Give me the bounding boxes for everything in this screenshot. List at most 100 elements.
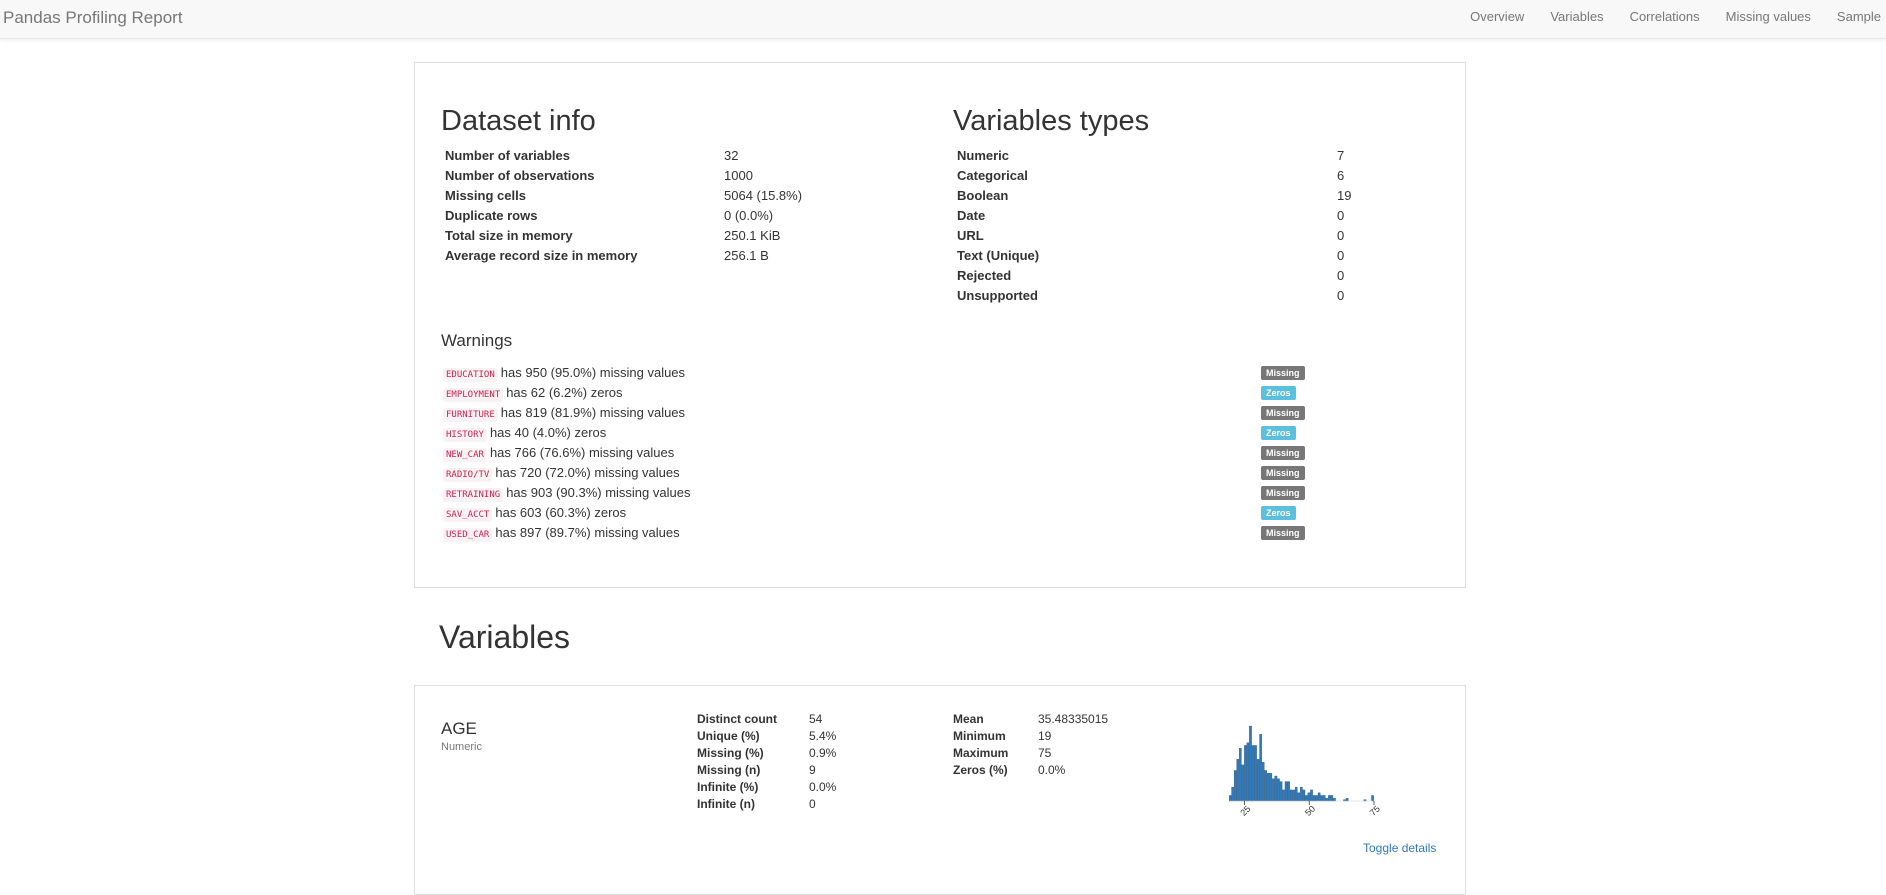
dataset-info-label: Number of variables bbox=[445, 147, 570, 163]
warning-variable[interactable]: EMPLOYMENT bbox=[443, 388, 504, 402]
variable-types-title: Variables types bbox=[953, 105, 1150, 137]
variable-type-row: Boolean 19 bbox=[953, 185, 1355, 205]
variable-type-label: Boolean bbox=[957, 187, 1009, 203]
variable-type-value: 0 bbox=[1337, 287, 1345, 303]
histogram-bar bbox=[1269, 773, 1273, 802]
variable-type-label: Unsupported bbox=[957, 287, 1038, 303]
histogram-bar bbox=[1302, 789, 1306, 802]
histogram-bar bbox=[1277, 778, 1280, 802]
warning-variable[interactable]: FURNITURE bbox=[443, 408, 498, 422]
histogram-bar bbox=[1317, 792, 1321, 802]
variable-type-value: 19 bbox=[1337, 187, 1352, 203]
histogram-bar bbox=[1246, 742, 1250, 802]
warning-row: FURNITURE has 819 (81.9%) missing values M… bbox=[443, 403, 1313, 423]
variable-panel-age: AGE Numeric Distinct count 54 Unique (%) 5.… bbox=[414, 685, 1466, 895]
variable-stats-right: Mean 35.48335015 Minimum 19 Maximum 75 Zeros (… bbox=[953, 710, 1108, 778]
nav-link-variables[interactable]: Variables bbox=[1550, 9, 1603, 24]
warning-row: HISTORY has 40 (4.0%) zeros Zeros bbox=[443, 423, 1313, 443]
histogram-bar bbox=[1315, 795, 1318, 802]
histogram-bar bbox=[1292, 789, 1295, 802]
histogram-bar bbox=[1244, 745, 1247, 802]
nav-link-sample[interactable]: Sample bbox=[1837, 9, 1881, 24]
variable-type-label: Date bbox=[957, 207, 986, 223]
histogram-bar bbox=[1259, 734, 1262, 802]
histogram-tick-label: 25 bbox=[1238, 804, 1252, 818]
warning-text: has 903 (90.3%) missing values bbox=[506, 485, 691, 500]
stat-row: Distinct count 54 bbox=[697, 710, 836, 727]
histogram-bar bbox=[1251, 745, 1255, 802]
missing-badge: Missing bbox=[1261, 526, 1305, 540]
warning-variable[interactable]: HISTORY bbox=[443, 428, 487, 442]
warning-text: has 950 (95.0%) missing values bbox=[500, 365, 686, 380]
histogram-bar bbox=[1300, 786, 1303, 802]
warning-text: has 720 (72.0%) missing values bbox=[495, 465, 680, 480]
nav-link-correlations[interactable]: Correlations bbox=[1630, 9, 1700, 24]
warning-row: EMPLOYMENT has 62 (6.2%) zeros Zeros bbox=[443, 383, 1313, 403]
navbar-links: Overview Variables Correlations Missing … bbox=[1444, 9, 1881, 24]
warning-text: has 819 (81.9%) missing values bbox=[500, 405, 686, 420]
stat-label: Missing (n) bbox=[697, 762, 761, 777]
dataset-info-label: Number of observations bbox=[445, 167, 595, 183]
variable-type-label: Rejected bbox=[957, 267, 1012, 283]
warning-text: has 40 (4.0%) zeros bbox=[489, 425, 607, 440]
stat-label: Missing (%) bbox=[697, 745, 764, 760]
variable-type: Numeric bbox=[441, 741, 482, 753]
histogram-bar bbox=[1371, 795, 1374, 802]
histogram-bar bbox=[1287, 781, 1290, 802]
variable-type-row: Date 0 bbox=[953, 205, 1355, 225]
warning-variable[interactable]: RADIO/TV bbox=[443, 468, 493, 482]
warning-text: has 766 (76.6%) missing values bbox=[489, 445, 675, 460]
dataset-info-value: 1000 bbox=[724, 167, 753, 183]
variable-type-label: Numeric bbox=[957, 147, 1010, 163]
stat-value: 0 bbox=[809, 796, 816, 811]
warning-variable[interactable]: RETRAINING bbox=[443, 488, 504, 502]
variable-type-row: URL 0 bbox=[953, 225, 1355, 245]
nav-link-missing-values[interactable]: Missing values bbox=[1726, 9, 1811, 24]
histogram-bar bbox=[1333, 798, 1336, 802]
stat-label: Unique (%) bbox=[697, 728, 760, 743]
warning-variable[interactable]: SAV_ACCT bbox=[443, 508, 493, 522]
warning-text: has 603 (60.3%) zeros bbox=[495, 505, 627, 520]
histogram-bar bbox=[1345, 798, 1349, 802]
toggle-details-link[interactable]: Toggle details bbox=[1363, 841, 1436, 855]
warning-variable[interactable]: USED_CAR bbox=[443, 528, 493, 542]
warning-variable[interactable]: NEW_CAR bbox=[443, 448, 487, 462]
stat-row: Infinite (n) 0 bbox=[697, 795, 836, 812]
histogram-bar bbox=[1312, 795, 1316, 802]
histogram-bar bbox=[1256, 759, 1260, 802]
variable-type-value: 0 bbox=[1337, 207, 1345, 223]
warning-variable[interactable]: EDUCATION bbox=[443, 368, 498, 382]
zeros-badge: Zeros bbox=[1261, 386, 1296, 400]
stat-value: 0.9% bbox=[809, 745, 837, 760]
dataset-info-label: Total size in memory bbox=[445, 227, 573, 243]
warning-row: SAV_ACCT has 603 (60.3%) zeros Zeros bbox=[443, 503, 1313, 523]
variable-type-value: 0 bbox=[1337, 247, 1345, 263]
stat-value: 54 bbox=[809, 711, 823, 726]
histogram-bar bbox=[1239, 748, 1242, 802]
variable-types-table: Numeric 7 Categorical 6 Boolean 19 Date 0 URL 0 Te… bbox=[953, 145, 1355, 305]
variable-type-label: Text (Unique) bbox=[957, 247, 1040, 263]
histogram-bar bbox=[1236, 759, 1240, 802]
zeros-badge: Zeros bbox=[1261, 426, 1296, 440]
stat-label: Mean bbox=[953, 711, 984, 726]
nav-link-overview[interactable]: Overview bbox=[1470, 9, 1524, 24]
histogram-bar bbox=[1249, 725, 1252, 802]
dataset-info-title: Dataset info bbox=[441, 105, 596, 137]
variable-type-row: Categorical 6 bbox=[953, 165, 1355, 185]
dataset-info-row: Duplicate rows 0 (0.0%) bbox=[441, 205, 806, 225]
stat-row: Maximum 75 bbox=[953, 744, 1108, 761]
stat-value: 0.0% bbox=[1038, 762, 1066, 777]
zeros-badge: Zeros bbox=[1261, 506, 1296, 520]
histogram-bar bbox=[1254, 745, 1257, 802]
histogram-bar bbox=[1305, 795, 1308, 802]
histogram-bar bbox=[1325, 798, 1329, 802]
navbar-brand[interactable]: Pandas Profiling Report bbox=[3, 8, 183, 28]
variable-type-row: Unsupported 0 bbox=[953, 285, 1355, 305]
missing-badge: Missing bbox=[1261, 446, 1305, 460]
stat-value: 9 bbox=[809, 762, 816, 777]
warning-text: has 62 (6.2%) zeros bbox=[506, 385, 623, 400]
dataset-info-label: Missing cells bbox=[445, 187, 526, 203]
missing-badge: Missing bbox=[1261, 406, 1305, 420]
warning-row: RETRAINING has 903 (90.3%) missing values… bbox=[443, 483, 1313, 503]
histogram-bar bbox=[1320, 795, 1323, 802]
